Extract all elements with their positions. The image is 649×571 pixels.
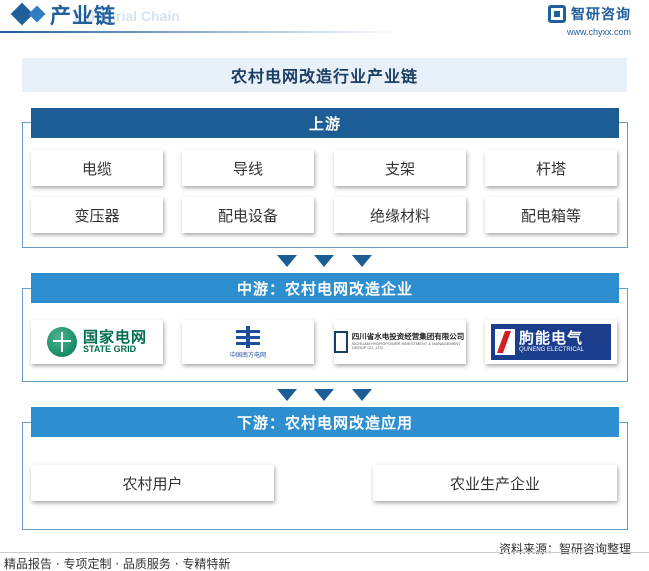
diagram-title: 农村电网改造行业产业链 xyxy=(22,58,627,92)
downstream-item: 农业生产企业 xyxy=(373,465,617,501)
header-underline xyxy=(0,31,400,33)
state-grid-name-cn: 国家电网 xyxy=(82,327,147,346)
upstream-item: 配电设备 xyxy=(182,197,314,233)
brand-name: 智研咨询 xyxy=(571,7,631,23)
state-grid-logo-icon xyxy=(46,327,77,357)
upstream-header: 上游 xyxy=(31,108,619,138)
brand-logo-icon xyxy=(548,5,566,23)
down-arrow-icon xyxy=(314,255,334,267)
upstream-item: 支架 xyxy=(334,150,466,186)
down-arrow-icon xyxy=(277,389,297,401)
footer-slogan: 精品报告 · 专项定制 · 品质服务 · 专精特新 xyxy=(4,557,231,571)
downstream-header: 下游：农村电网改造应用 xyxy=(31,407,619,437)
down-arrow-icon xyxy=(314,389,334,401)
upstream-item: 配电箱等 xyxy=(485,197,617,233)
brand: 智研咨询 xyxy=(548,4,631,24)
brand-url: www.chyxx.com xyxy=(566,27,631,37)
footer-divider xyxy=(0,552,649,553)
upstream-item: 电缆 xyxy=(31,150,163,186)
company-sichuan-hydropower: 四川省水电投资经营集团有限公司 SICHUAN HYDROPOWER INVES… xyxy=(334,320,466,364)
upstream-item: 杆塔 xyxy=(485,150,617,186)
downstream-item: 农村用户 xyxy=(31,465,274,501)
page-header: Industrial Chain 产业链 智研咨询 www.chyxx.com xyxy=(0,0,649,37)
company-state-grid: 国家电网 STATE GRID xyxy=(31,320,163,364)
state-grid-name-en: STATE GRID xyxy=(82,344,137,355)
diamond-icon xyxy=(28,5,46,23)
sichuan-name-en: SICHUAN HYDROPOWER INVESTMENT & MANAGEME… xyxy=(351,340,461,351)
company-china-southern-grid: 中国南方电网 xyxy=(182,320,314,364)
upstream-item: 变压器 xyxy=(31,197,163,233)
source-note: 资料来源：智研咨询整理 xyxy=(498,542,631,556)
quneng-logo-icon xyxy=(495,329,515,355)
upstream-item: 绝缘材料 xyxy=(334,197,466,233)
csg-logo-icon xyxy=(234,325,262,348)
company-quneng-electrical: 朐能电气 QUNENG ELECTRICAL xyxy=(485,320,617,364)
csg-name: 中国南方电网 xyxy=(229,351,266,359)
quneng-name-cn: 朐能电气 xyxy=(519,329,584,348)
header-title: 产业链 xyxy=(50,4,116,28)
down-arrow-icon xyxy=(352,389,372,401)
down-arrow-icon xyxy=(352,255,372,267)
quneng-name-en: QUNENG ELECTRICAL xyxy=(519,346,585,353)
midstream-header: 中游：农村电网改造企业 xyxy=(31,273,619,303)
down-arrow-icon xyxy=(277,255,297,267)
upstream-item: 导线 xyxy=(182,150,314,186)
sichuan-logo-icon xyxy=(334,331,348,353)
